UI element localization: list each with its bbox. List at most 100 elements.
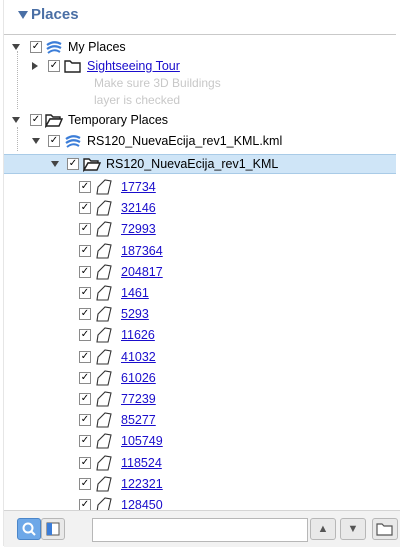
tree-row-kml-file[interactable]: ✓ RS120_NuevaEcija_rev1_KML.kml <box>4 132 396 150</box>
polygon-item-row[interactable]: ✓ 105749 <box>4 432 396 450</box>
globe-icon <box>65 135 81 148</box>
polygon-icon <box>96 221 112 237</box>
checkbox[interactable]: ✓ <box>30 41 42 53</box>
polygon-item-link[interactable]: 32146 <box>121 199 156 217</box>
checkbox[interactable]: ✓ <box>67 158 79 170</box>
polygon-icon <box>96 285 112 301</box>
polygon-icon <box>96 391 112 407</box>
checkbox[interactable]: ✓ <box>79 371 91 384</box>
polygon-item-link[interactable]: 41032 <box>121 348 156 366</box>
expand-arrow-icon[interactable] <box>32 138 40 144</box>
tree-row-temporary-places[interactable]: ✓ Temporary Places <box>4 111 396 129</box>
polygon-item-link[interactable]: 11626 <box>121 326 155 344</box>
sightseeing-description: Make sure 3D Buildings <box>94 76 221 90</box>
polygon-item-link[interactable]: 1461 <box>121 284 149 302</box>
polygon-item-row[interactable]: ✓ 128450 <box>4 496 396 511</box>
polygon-icon <box>96 349 112 365</box>
folder-icon <box>64 60 81 73</box>
places-panel: Places ✓ My Places ✓ Sightseeing Tour Ma… <box>3 0 400 547</box>
polygon-icon <box>96 412 112 428</box>
panel-toggle-button[interactable] <box>41 518 65 540</box>
checkbox[interactable]: ✓ <box>79 414 91 427</box>
polygon-item-row[interactable]: ✓ 118524 <box>4 454 396 472</box>
collapse-triangle-icon[interactable] <box>18 11 28 19</box>
folder-button[interactable] <box>372 518 398 540</box>
globe-icon <box>46 41 62 54</box>
polygon-item-link[interactable]: 128450 <box>121 496 163 511</box>
checkbox[interactable]: ✓ <box>79 477 91 490</box>
tree-row-sightseeing[interactable]: ✓ Sightseeing Tour <box>4 57 396 75</box>
sightseeing-tour-link[interactable]: Sightseeing Tour <box>87 57 180 75</box>
bottom-toolbar: ▲ ▼ <box>4 510 400 547</box>
expand-arrow-icon[interactable] <box>51 161 59 167</box>
polygon-item-link[interactable]: 17734 <box>121 178 156 196</box>
checkbox[interactable]: ✓ <box>30 114 42 126</box>
polygon-item-row[interactable]: ✓ 61026 <box>4 369 396 387</box>
move-down-button[interactable]: ▼ <box>340 518 366 540</box>
search-input[interactable] <box>92 518 308 542</box>
my-places-label: My Places <box>68 40 126 54</box>
polygon-item-row[interactable]: ✓ 32146 <box>4 199 396 217</box>
checkbox[interactable]: ✓ <box>79 350 91 363</box>
polygon-item-link[interactable]: 85277 <box>121 411 156 429</box>
checkbox[interactable]: ✓ <box>79 202 91 215</box>
up-arrow-icon: ▲ <box>317 523 329 535</box>
expand-arrow-icon[interactable] <box>12 44 20 50</box>
polygon-item-row[interactable]: ✓ 5293 <box>4 305 396 323</box>
temporary-places-label: Temporary Places <box>68 113 169 127</box>
expand-arrow-icon[interactable] <box>32 62 38 70</box>
polygon-item-row[interactable]: ✓ 187364 <box>4 242 396 260</box>
checkbox[interactable]: ✓ <box>79 329 91 342</box>
checkbox[interactable]: ✓ <box>79 435 91 448</box>
polygon-item-link[interactable]: 187364 <box>121 242 163 260</box>
polygon-icon <box>96 370 112 386</box>
polygon-icon <box>96 497 112 511</box>
polygon-icon <box>96 200 112 216</box>
polygon-item-row[interactable]: ✓ 11626 <box>4 326 396 344</box>
places-header[interactable]: Places <box>4 0 400 34</box>
panel-icon <box>46 522 60 536</box>
checkbox[interactable]: ✓ <box>79 308 91 321</box>
polygon-item-link[interactable]: 122321 <box>121 475 163 493</box>
folder-icon <box>376 523 393 536</box>
polygon-item-row[interactable]: ✓ 72993 <box>4 220 396 238</box>
polygon-icon <box>96 455 112 471</box>
polygon-item-row[interactable]: ✓ 204817 <box>4 263 396 281</box>
polygon-icon <box>96 264 112 280</box>
checkbox[interactable]: ✓ <box>79 244 91 257</box>
polygon-icon <box>96 243 112 259</box>
places-title: Places <box>31 6 79 23</box>
polygon-item-link[interactable]: 61026 <box>121 369 156 387</box>
checkbox[interactable]: ✓ <box>79 181 91 193</box>
polygon-item-link[interactable]: 118524 <box>121 454 162 472</box>
checkbox[interactable]: ✓ <box>79 287 91 299</box>
search-toggle-button[interactable] <box>17 518 41 540</box>
polygon-item-row[interactable]: ✓ 85277 <box>4 411 396 429</box>
checkbox[interactable]: ✓ <box>48 135 60 147</box>
checkbox[interactable]: ✓ <box>79 456 91 469</box>
tree-row-kml-folder[interactable]: ✓ RS120_NuevaEcija_rev1_KML <box>4 154 396 174</box>
checkbox[interactable]: ✓ <box>48 60 60 72</box>
polygon-item-link[interactable]: 5293 <box>121 305 149 323</box>
polygon-item-row[interactable]: ✓ 1461 <box>4 284 396 302</box>
polygon-item-link[interactable]: 105749 <box>121 432 163 450</box>
polygon-item-row[interactable]: ✓ 122321 <box>4 475 396 493</box>
checkbox[interactable]: ✓ <box>79 223 91 236</box>
move-up-button[interactable]: ▲ <box>310 518 336 540</box>
polygon-item-link[interactable]: 77239 <box>121 390 156 408</box>
tree-row-my-places[interactable]: ✓ My Places <box>4 38 396 56</box>
kml-file-label: RS120_NuevaEcija_rev1_KML.kml <box>87 134 283 148</box>
expand-arrow-icon[interactable] <box>12 117 20 123</box>
polygon-icon <box>96 327 112 343</box>
polygon-item-row[interactable]: ✓ 41032 <box>4 348 396 366</box>
polygon-item-link[interactable]: 72993 <box>121 220 156 238</box>
places-tree[interactable]: ✓ My Places ✓ Sightseeing Tour Make sure… <box>4 34 396 511</box>
polygon-icon <box>96 433 112 449</box>
checkbox[interactable]: ✓ <box>79 265 91 278</box>
checkbox[interactable]: ✓ <box>79 393 91 405</box>
polygon-item-link[interactable]: 204817 <box>121 263 163 281</box>
polygon-item-row[interactable]: ✓ 17734 <box>4 178 396 196</box>
polygon-item-row[interactable]: ✓ 77239 <box>4 390 396 408</box>
down-arrow-icon: ▼ <box>347 523 359 535</box>
scrollbar[interactable] <box>392 35 396 511</box>
